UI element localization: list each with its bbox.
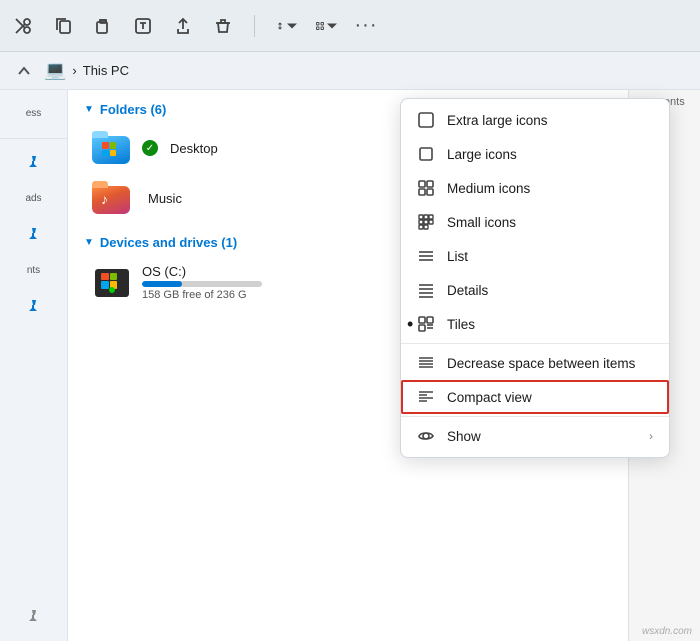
folder-name-music: Music [148,191,182,206]
nav-up-button[interactable] [12,59,36,83]
menu-item-decrease-space[interactable]: Decrease space between items [401,346,669,380]
medium-icons-label: Medium icons [447,181,653,196]
sidebar-item-nts[interactable]: nts [10,255,58,287]
show-icon [417,427,435,445]
small-icons-icon [417,213,435,231]
menu-item-medium-icons[interactable]: Medium icons [401,171,669,205]
share-icon[interactable] [172,15,194,37]
devices-chevron: ▼ [84,237,94,248]
sidebar-item-pin2[interactable] [10,219,58,251]
menu-item-extra-large-icons[interactable]: Extra large icons [401,103,669,137]
sidebar-label-nts: nts [27,265,40,277]
menu-item-large-icons[interactable]: Large icons [401,137,669,171]
tiles-icon [417,315,435,333]
menu-item-show[interactable]: Show › [401,419,669,453]
folder-name-desktop: Desktop [170,141,218,156]
extra-large-icons-icon [417,111,435,129]
show-label: Show [447,429,637,444]
menu-separator-2 [401,416,669,417]
drive-info: OS (C:) 158 GB free of 236 G [142,264,262,301]
view-icon[interactable] [315,15,337,37]
drive-progress-fill [142,281,182,287]
menu-separator-1 [401,343,669,344]
sidebar-item-pin3[interactable] [10,291,58,323]
address-path[interactable]: 💻 › This PC [44,60,129,81]
sidebar-item-pin4[interactable] [10,601,58,633]
drive-free-space: 158 GB free of 236 G [142,289,262,301]
menu-item-small-icons[interactable]: Small icons [401,205,669,239]
computer-icon: 💻 [44,60,66,81]
sidebar-label-ess: ess [26,108,42,120]
small-icons-label: Small icons [447,215,653,230]
large-icons-label: Large icons [447,147,653,162]
more-icon[interactable]: ··· [355,15,377,37]
address-bar: 💻 › This PC [0,52,700,90]
details-label: Details [447,283,653,298]
folders-label: Folders (6) [100,102,166,117]
menu-item-details[interactable]: Details [401,273,669,307]
toolbar: ··· [0,0,700,52]
sidebar: ess ads nts [0,90,68,641]
show-arrow-icon: › [649,429,653,443]
cut-icon[interactable] [12,15,34,37]
list-icon [417,247,435,265]
decrease-space-icon [417,354,435,372]
toolbar-separator [254,15,255,37]
compact-view-label: Compact view [447,390,653,405]
main-area: ess ads nts ▼ Folders (6) [0,90,700,641]
paste-icon[interactable] [92,15,114,37]
rename-icon[interactable] [132,15,154,37]
compact-view-icon [417,388,435,406]
drive-progress-bar [142,281,262,287]
menu-item-tiles[interactable]: Tiles [401,307,669,341]
drive-name: OS (C:) [142,264,262,279]
decrease-space-label: Decrease space between items [447,356,653,371]
details-icon [417,281,435,299]
sidebar-item-ads[interactable]: ads [10,183,58,215]
watermark: wsxdn.com [642,626,692,637]
address-separator: › [72,63,76,78]
dropdown-menu[interactable]: Extra large icons Large icons Medium ico… [400,98,670,458]
copy-icon[interactable] [52,15,74,37]
sync-badge: ✓ [142,140,158,156]
extra-large-icons-label: Extra large icons [447,113,653,128]
tiles-label: Tiles [447,317,653,332]
list-label: List [447,249,653,264]
address-path-label: This PC [83,63,129,78]
large-icons-icon [417,145,435,163]
menu-item-compact-view[interactable]: Compact view [401,380,669,414]
folders-chevron: ▼ [84,104,94,115]
sort-icon[interactable] [275,15,297,37]
sidebar-label-ads: ads [25,193,41,205]
medium-icons-icon [417,179,435,197]
devices-label: Devices and drives (1) [100,235,237,250]
sidebar-item-pin1[interactable] [10,147,58,179]
sidebar-item-ess[interactable]: ess [10,98,58,130]
menu-item-list[interactable]: List [401,239,669,273]
drive-icon-c [92,266,132,300]
delete-icon[interactable] [212,15,234,37]
